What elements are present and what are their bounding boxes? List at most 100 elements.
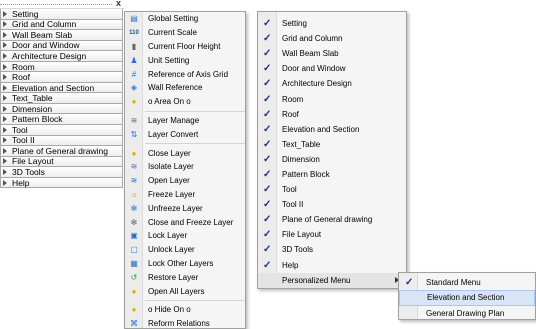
sun-icon: ☼ — [130, 189, 138, 199]
menu-item-open-all-layers[interactable]: ● Open All Layers — [125, 284, 245, 298]
visibility-item-tool-ii[interactable]: ✓ Tool II — [258, 197, 406, 212]
expand-arrow-icon — [3, 126, 7, 133]
menu-item-lock-layer[interactable]: ▣ Lock Layer — [125, 229, 245, 243]
panel-item-label: Door and Window — [12, 40, 80, 51]
menu-item-label: Lock Layer — [148, 231, 188, 241]
panel-item-label: Tool — [12, 124, 28, 135]
menu-item-close-and-freeze-layer[interactable]: ✻ Close and Freeze Layer — [125, 215, 245, 229]
expand-arrow-icon — [3, 147, 7, 154]
expand-arrow-icon — [3, 168, 7, 175]
visibility-item-architecture-design[interactable]: ✓ Architecture Design — [258, 76, 406, 91]
expand-arrow-icon — [3, 105, 7, 112]
visibility-item-dimension[interactable]: ✓ Dimension — [258, 152, 406, 167]
panel-item-label: Text_Table — [12, 93, 53, 104]
visibility-item-elevation-and-section[interactable]: ✓ Elevation and Section — [258, 122, 406, 137]
personalized-item-general-drawing-plan[interactable]: General Drawing Plan — [399, 306, 535, 321]
expand-arrow-icon — [3, 137, 7, 144]
personalized-menu-item[interactable]: Personalized Menu — [258, 272, 406, 288]
menu-separator — [145, 143, 245, 145]
panel-item-label: 3D Tools — [12, 166, 45, 177]
menu-item-label: o Hide On o — [148, 305, 191, 315]
expand-arrow-icon — [3, 74, 7, 81]
menu-item-o-hide-on-o[interactable]: ● o Hide On o — [125, 303, 245, 317]
panel-visibility-menu: ✓ Setting ✓ Grid and Column ✓ Wall Beam Slab ✓… — [257, 11, 407, 289]
panel-grip[interactable] — [0, 4, 112, 5]
visibility-item-label: Text_Table — [282, 139, 321, 149]
menu-item-label: Close and Freeze Layer — [148, 217, 234, 227]
panel-item-label: Tool II — [12, 135, 35, 146]
menu-item-isolate-layer[interactable]: ≋ Isolate Layer — [125, 160, 245, 174]
reform-icon: ⌘ — [130, 319, 138, 329]
checkmark-icon: ✓ — [263, 214, 272, 226]
visibility-item-label: Grid and Column — [282, 34, 343, 44]
visibility-item-tool[interactable]: ✓ Tool — [258, 182, 406, 197]
visibility-item-setting[interactable]: ✓ Setting — [258, 16, 406, 31]
personalized-item-elevation-and-section[interactable]: Elevation and Section — [399, 290, 535, 306]
visibility-item-file-layout[interactable]: ✓ File Layout — [258, 227, 406, 242]
menu-item-current-scale[interactable]: 110 Current Scale — [125, 26, 245, 40]
checkmark-icon: ✓ — [263, 199, 272, 211]
bulb-icon: ● — [131, 305, 137, 315]
visibility-item-text-table[interactable]: ✓ Text_Table — [258, 137, 406, 152]
menu-item-unlock-layer[interactable]: ▢ Unlock Layer — [125, 243, 245, 257]
expand-arrow-icon — [3, 84, 7, 91]
layers-icon: ≋ — [130, 115, 138, 125]
visibility-item-help[interactable]: ✓ Help — [258, 258, 406, 273]
visibility-item-wall-beam-slab[interactable]: ✓ Wall Beam Slab — [258, 46, 406, 61]
menu-item-freeze-layer[interactable]: ☼ Freeze Layer — [125, 188, 245, 202]
menu-item-layer-convert[interactable]: ⇅ Layer Convert — [125, 127, 245, 141]
panel-title-bar[interactable]: x — [0, 0, 124, 9]
visibility-item-label: Door and Window — [282, 64, 346, 74]
panel-item-help[interactable]: Help — [0, 176, 123, 189]
visibility-item-pattern-block[interactable]: ✓ Pattern Block — [258, 167, 406, 182]
expand-arrow-icon — [3, 95, 7, 102]
personalized-item-standard-menu[interactable]: ✓ Standard Menu — [399, 275, 535, 290]
panel-item-label: Pattern Block — [12, 114, 63, 125]
close-icon[interactable]: x — [116, 0, 121, 9]
visibility-item-label: Setting — [282, 19, 307, 29]
axis-grid-icon: # — [131, 69, 137, 79]
visibility-item-label: Roof — [282, 109, 299, 119]
menu-item-unfreeze-layer[interactable]: ✻ Unfreeze Layer — [125, 201, 245, 215]
visibility-item-label: Elevation and Section — [282, 124, 360, 134]
menu-item-label: Unlock Layer — [148, 245, 195, 255]
menu-item-wall-reference[interactable]: ◈ Wall Reference — [125, 81, 245, 95]
menu-item-layer-manage[interactable]: ≋ Layer Manage — [125, 114, 245, 128]
visibility-item-label: Room — [282, 94, 304, 104]
visibility-item-label: Help — [282, 260, 299, 270]
panel-item-plane-of-general-drawing[interactable]: Plane of General drawing — [0, 145, 123, 157]
menu-item-close-layer[interactable]: ● Close Layer — [125, 146, 245, 160]
visibility-item-label: Wall Beam Slab — [282, 49, 339, 59]
personalized-item-label: Elevation and Section — [427, 293, 505, 303]
checkmark-icon: ✓ — [263, 168, 272, 180]
menu-item-o-area-on-o[interactable]: ● o Area On o — [125, 95, 245, 109]
menu-item-reference-of-axis-grid[interactable]: # Reference of Axis Grid — [125, 67, 245, 81]
menu-item-current-floor-height[interactable]: ▮ Current Floor Height — [125, 40, 245, 54]
visibility-item-grid-and-column[interactable]: ✓ Grid and Column — [258, 31, 406, 46]
menu-item-open-layer[interactable]: ≋ Open Layer — [125, 174, 245, 188]
panel-item-label: Architecture Design — [12, 50, 87, 61]
menu-item-label: Isolate Layer — [148, 162, 194, 172]
menu-item-restore-layer[interactable]: ↺ Restore Layer — [125, 270, 245, 284]
expand-arrow-icon — [3, 116, 7, 123]
checkmark-icon: ✓ — [263, 48, 272, 60]
checkmark-icon: ✓ — [263, 78, 272, 90]
menu-item-lock-other-layers[interactable]: ▦ Lock Other Layers — [125, 257, 245, 271]
menu-item-global-setting[interactable]: ▤ Global Setting — [125, 12, 245, 26]
panel-item-label: Setting — [12, 8, 39, 19]
checkmark-icon: ✓ — [263, 138, 272, 150]
menu-item-label: Freeze Layer — [148, 189, 196, 199]
visibility-item-3d-tools[interactable]: ✓ 3D Tools — [258, 242, 406, 257]
menu-item-reform-relations[interactable]: ⌘ Reform Relations — [125, 317, 245, 329]
visibility-item-roof[interactable]: ✓ Roof — [258, 107, 406, 122]
menu-item-unit-setting[interactable]: ♟ Unit Setting — [125, 53, 245, 67]
visibility-item-door-and-window[interactable]: ✓ Door and Window — [258, 61, 406, 76]
visibility-item-plane-of-general-drawing[interactable]: ✓ Plane of General drawing — [258, 212, 406, 227]
checkmark-icon: ✓ — [263, 18, 272, 30]
bulb-icon: ● — [131, 148, 137, 158]
checkmark-icon: ✓ — [263, 93, 272, 105]
visibility-item-label: Plane of General drawing — [282, 215, 373, 225]
menu-item-label: Wall Reference — [148, 83, 203, 93]
visibility-item-label: Dimension — [282, 154, 320, 164]
visibility-item-room[interactable]: ✓ Room — [258, 91, 406, 106]
